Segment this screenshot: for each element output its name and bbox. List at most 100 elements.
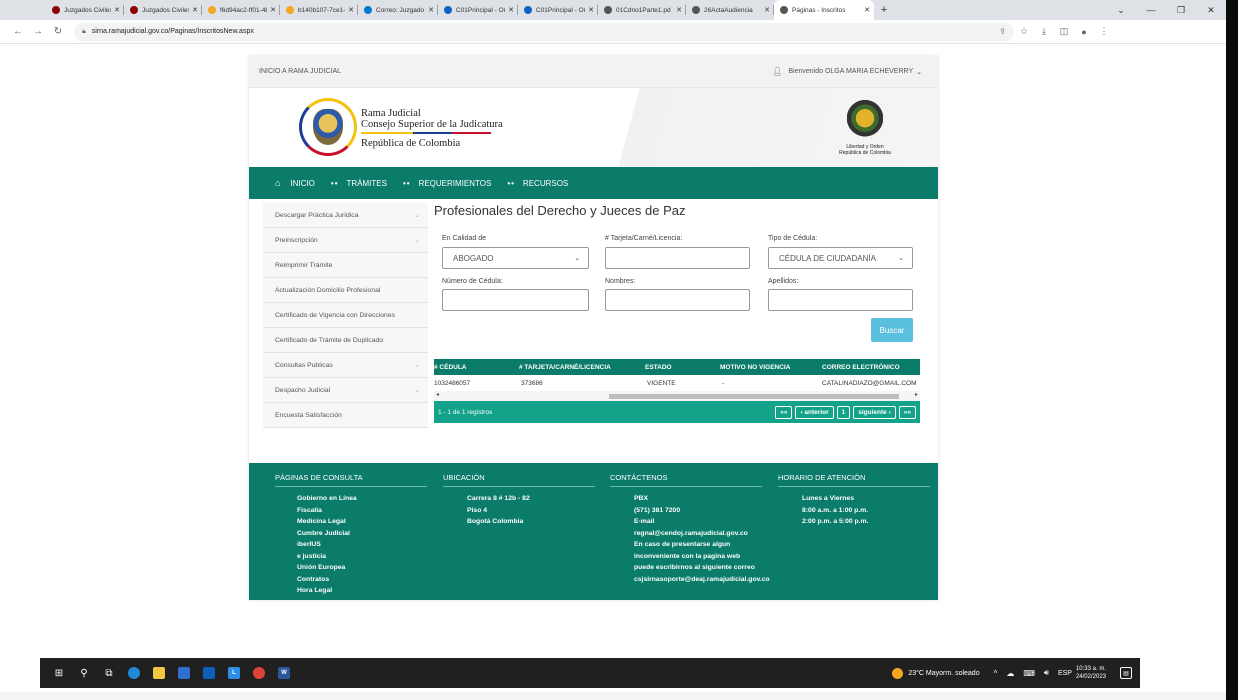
edge-icon[interactable]	[123, 662, 145, 684]
sidebar-item[interactable]: Descargar Práctica Jurídica ⌄	[263, 203, 428, 228]
download-icon[interactable]: ⤓	[1034, 22, 1054, 42]
next-page-button[interactable]: siguiente ›	[853, 405, 896, 419]
footer-link[interactable]: e justicia	[275, 551, 427, 563]
clock-date: 24/02/2023	[1075, 674, 1106, 680]
apellidos-input[interactable]	[768, 289, 913, 311]
weather-text[interactable]: 23°C Mayorm. soleado	[908, 670, 979, 677]
onedrive-icon[interactable]: ☁	[1006, 669, 1014, 678]
close-window-button[interactable]: ✕	[1196, 0, 1226, 20]
file-explorer-icon[interactable]	[148, 662, 170, 684]
tarjeta-input[interactable]	[605, 247, 750, 269]
sidebar-item[interactable]: Certificado de Trámite de Duplicado	[263, 328, 428, 353]
browser-tab[interactable]: Correo: Juzgado 0 ✕	[358, 0, 438, 20]
page-number-button[interactable]: 1	[836, 405, 851, 419]
footer-text: Carrera 8 # 12b - 82	[467, 495, 530, 502]
sidebar-item[interactable]: Certificado de Vigencia con Direcciones	[263, 303, 428, 328]
chevron-up-icon[interactable]: ^	[994, 669, 998, 678]
table-row[interactable]: 1032486057 373686 VIGENTE - CATALINADIAZ…	[434, 375, 920, 391]
close-tab-icon[interactable]: ✕	[508, 6, 514, 14]
nav-label: REQUERIMIENTOS	[418, 178, 492, 188]
task-view-icon[interactable]: ⧉	[98, 662, 120, 684]
notifications-icon[interactable]: ▤	[1120, 667, 1132, 679]
close-tab-icon[interactable]: ✕	[764, 6, 770, 14]
mail-icon[interactable]	[198, 662, 220, 684]
url-bar[interactable]: 🔒︎ sirna.ramajudicial.gov.co/Paginas/Ins…	[74, 22, 1014, 41]
tab-search-icon[interactable]: ⌄	[1106, 0, 1136, 20]
browser-tab[interactable]: b140b107-7ce1-4 ✕	[280, 0, 358, 20]
rama-judicial-home-link[interactable]: INICIO A RAMA JUDICIAL	[259, 68, 341, 75]
sidebar-item[interactable]: Actualización Domicilio Profesional	[263, 278, 428, 303]
side-panel-icon[interactable]: ◫	[1054, 22, 1074, 42]
buscar-button[interactable]: Buscar	[871, 318, 913, 342]
footer-link[interactable]: Gobierno en Línea	[275, 493, 427, 505]
sidebar-item[interactable]: Reimprimir Trámite	[263, 253, 428, 278]
browser-tab[interactable]: C01Principal - One✕	[438, 0, 518, 20]
nav-requerimientos[interactable]: •• REQUERIMIENTOS	[403, 179, 491, 188]
close-tab-icon[interactable]: ✕	[192, 6, 198, 14]
sidebar-item[interactable]: Preinscripción ⌄	[263, 228, 428, 253]
tipo-cedula-select[interactable]: CÉDULA DE CIUDADANÍA ⌄	[768, 247, 913, 269]
store-icon[interactable]	[173, 662, 195, 684]
bookmark-star-icon[interactable]: ☆	[1014, 22, 1034, 42]
forward-button[interactable]: →	[28, 22, 48, 42]
network-icon[interactable]: ⌨	[1023, 669, 1035, 678]
close-tab-icon[interactable]: ✕	[864, 6, 870, 14]
scroll-right-icon[interactable]: ▸	[915, 391, 918, 398]
calidad-select[interactable]: ABOGADO ⌄	[442, 247, 589, 269]
footer-link[interactable]: Contratos	[275, 574, 427, 586]
cedula-input[interactable]	[442, 289, 589, 311]
chrome-icon[interactable]	[248, 662, 270, 684]
nombres-input[interactable]	[605, 289, 750, 311]
nav-inicio[interactable]: ⌂ INICIO	[275, 178, 315, 188]
close-tab-icon[interactable]: ✕	[114, 6, 120, 14]
browser-tab[interactable]: f6d94ac2-ff01-4bc ✕	[202, 0, 280, 20]
footer-link[interactable]: iberIUS	[275, 539, 427, 551]
browser-tab[interactable]: Juzgados Civiles d✕	[46, 0, 124, 20]
share-icon[interactable]: ⇪	[999, 27, 1006, 36]
sidebar-item[interactable]: Encuesta Satisfacción	[263, 403, 428, 428]
browser-tab[interactable]: Páginas - Inscritos ✕	[774, 0, 874, 20]
footer-link[interactable]: Unión Europea	[275, 562, 427, 574]
main-nav: ⌂ INICIO •• TRÁMITES •• REQUERIMIENTOS •…	[249, 167, 938, 199]
system-tray: 23°C Mayorm. soleado ^ ☁ ⌨ 🔊︎ ESP 10:33 …	[892, 665, 1140, 681]
menu-kebab-icon[interactable]: ⋮	[1094, 22, 1114, 42]
nav-recursos[interactable]: •• RECURSOS	[507, 179, 568, 188]
horizontal-scrollbar[interactable]: ◂ ▸	[434, 391, 920, 401]
browser-tab[interactable]: C01Principal - One✕	[518, 0, 598, 20]
first-page-button[interactable]: ««	[775, 405, 793, 419]
user-menu[interactable]: 👤︎ Bienvenido OLGA MARIA ECHEVERRY ⌄	[772, 67, 922, 76]
footer-link[interactable]: Fiscalía	[275, 505, 427, 517]
restore-button[interactable]: ❐	[1166, 0, 1196, 20]
profile-icon[interactable]: ●	[1074, 22, 1094, 42]
last-page-button[interactable]: »»	[898, 405, 916, 419]
nav-tramites[interactable]: •• TRÁMITES	[331, 179, 387, 188]
back-button[interactable]: ←	[8, 22, 28, 42]
scroll-thumb[interactable]	[609, 394, 899, 399]
sidebar-item[interactable]: Despacho Judicial ⌄	[263, 378, 428, 403]
footer-link[interactable]: Medicina Legal	[275, 516, 427, 528]
windows-start-icon[interactable]: ⊞	[48, 662, 70, 684]
browser-tab[interactable]: Juzgados Civiles d✕	[124, 0, 202, 20]
scroll-left-icon[interactable]: ◂	[436, 391, 439, 398]
close-tab-icon[interactable]: ✕	[588, 6, 594, 14]
language-indicator[interactable]: ESP	[1058, 670, 1072, 677]
prev-page-button[interactable]: ‹ anterior	[795, 405, 834, 419]
word-icon[interactable]: W	[273, 662, 295, 684]
reload-button[interactable]: ↻	[48, 22, 68, 42]
search-icon[interactable]: ⚲	[73, 662, 95, 684]
volume-icon[interactable]: 🔊︎	[1044, 668, 1049, 678]
motto-text: Libertad y Orden República de Colombia	[833, 144, 897, 156]
browser-tab[interactable]: 26ActaAudiencia ✕	[686, 0, 774, 20]
app-l-icon[interactable]: L	[223, 662, 245, 684]
footer-link[interactable]: Hora Legal	[275, 585, 427, 597]
close-tab-icon[interactable]: ✕	[270, 6, 276, 14]
browser-tab[interactable]: 01Cdno1Parte1.pd ✕	[598, 0, 686, 20]
close-tab-icon[interactable]: ✕	[348, 6, 354, 14]
sidebar-item[interactable]: Consultas Publicas ⌄	[263, 353, 428, 378]
close-tab-icon[interactable]: ✕	[676, 6, 682, 14]
footer-link[interactable]: Cumbre Judicial	[275, 528, 427, 540]
new-tab-button[interactable]: +	[874, 0, 894, 20]
clock[interactable]: 10:33 a. m. 24/02/2023	[1076, 665, 1106, 681]
close-tab-icon[interactable]: ✕	[428, 6, 434, 14]
minimize-button[interactable]: —	[1136, 0, 1166, 20]
